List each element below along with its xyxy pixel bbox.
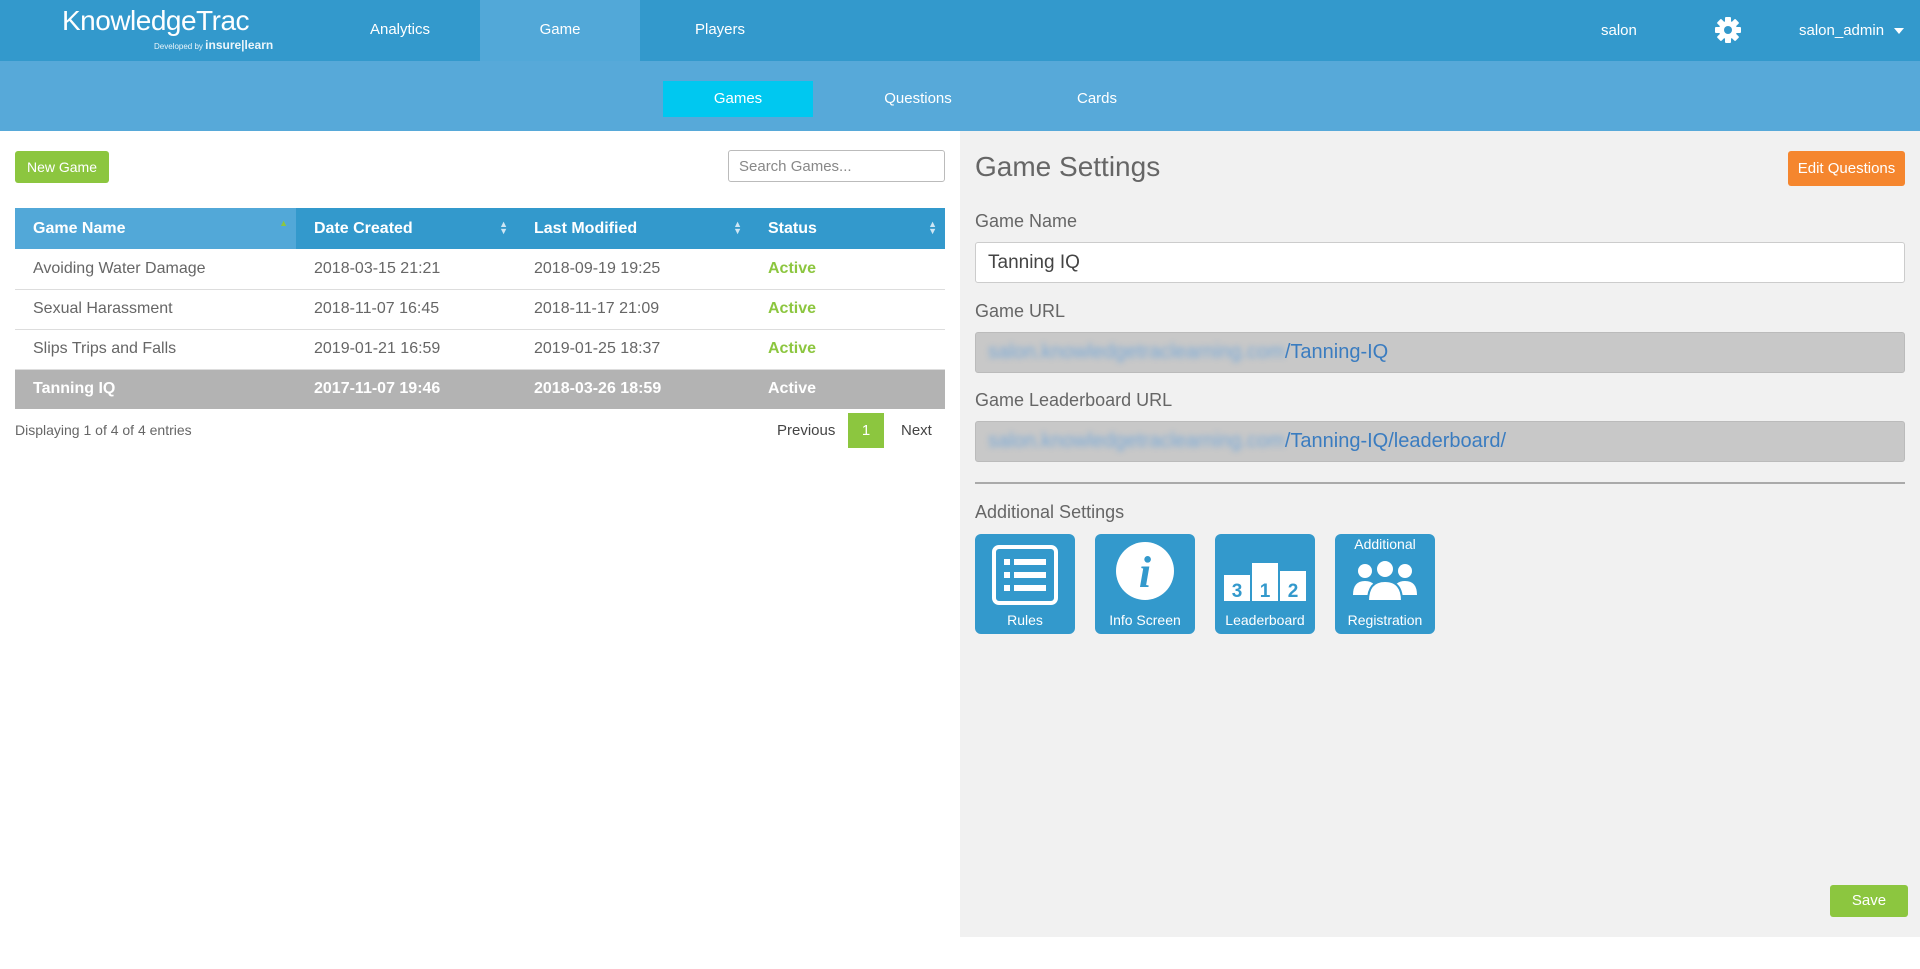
podium-third: 3 [1231, 581, 1243, 602]
top-navigation-bar: KnowledgeTrac Developed by insure|learn … [0, 0, 1920, 61]
edit-questions-button[interactable]: Edit Questions [1788, 151, 1905, 186]
leaderboard-url-label: Game Leaderboard URL [975, 390, 1173, 410]
chevron-down-icon [1894, 28, 1905, 35]
table-row[interactable]: Slips Trips and Falls 2019-01-21 16:59 2… [15, 329, 945, 370]
logo-text: KnowledgeTrac [62, 5, 250, 36]
game-name-field[interactable]: Tanning IQ [975, 242, 1905, 283]
sort-icon: ▲ ▼ [928, 219, 937, 236]
info-icon: i [1116, 542, 1174, 600]
info-screen-tile[interactable]: i Info Screen [1095, 534, 1195, 634]
podium-second: 2 [1287, 581, 1299, 602]
game-name-label: Game Name [975, 211, 1078, 231]
game-url-label: Game URL [975, 301, 1066, 321]
user-menu[interactable]: salon_admin [1799, 0, 1905, 61]
leaderboard-tile[interactable]: 3 1 2 Leaderboard [1215, 534, 1315, 634]
cell-last-modified: 2018-03-26 18:59 [516, 369, 750, 409]
game-url-path: /Tanning-IQ [1284, 341, 1389, 363]
cell-last-modified: 2018-09-19 19:25 [516, 249, 750, 290]
cell-last-modified: 2019-01-25 18:37 [516, 329, 750, 370]
pagination-next[interactable]: Next [901, 422, 932, 439]
cell-date-created: 2018-11-07 16:45 [296, 289, 516, 330]
games-table: Game Name ▲ Date Created ▲ ▼ Last Modifie… [15, 208, 945, 409]
cell-status: Active [750, 369, 945, 409]
users-icon [1353, 559, 1417, 601]
site-name[interactable]: salon [1601, 0, 1637, 61]
table-row[interactable]: Avoiding Water Damage 2018-03-15 21:21 2… [15, 249, 945, 290]
logo-sub-prefix: Developed by [154, 42, 203, 51]
cell-date-created: 2017-11-07 19:46 [296, 369, 516, 409]
cell-last-modified: 2018-11-17 21:09 [516, 289, 750, 330]
game-url-host: salon.knowledgetraclearning.com [988, 341, 1285, 363]
pagination-page-1[interactable]: 1 [848, 413, 884, 448]
leaderboard-url-host: salon.knowledgetraclearning.com [988, 430, 1285, 452]
column-label: Date Created [314, 219, 413, 237]
new-game-button[interactable]: New Game [15, 151, 109, 183]
game-url-field[interactable]: salon.knowledgetraclearning.com/Tanning-… [975, 332, 1905, 373]
additional-settings-label: Additional Settings [975, 502, 1125, 522]
podium-first: 1 [1259, 581, 1271, 602]
logo-sub-brand: insure|learn [205, 38, 274, 52]
gear-icon[interactable] [1714, 16, 1742, 44]
tile-label: Registration [1347, 612, 1423, 628]
tab-questions[interactable]: Questions [843, 81, 993, 117]
rules-tile[interactable]: Rules [975, 534, 1075, 634]
divider [975, 482, 1905, 484]
column-label: Last Modified [534, 219, 638, 237]
additional-registration-tile[interactable]: Additional Registration [1335, 534, 1435, 634]
page-title: Game Settings [975, 151, 1161, 182]
tile-label: Info Screen [1109, 612, 1181, 628]
pagination-previous[interactable]: Previous [777, 422, 835, 439]
table-row[interactable]: Sexual Harassment 2018-11-07 16:45 2018-… [15, 289, 945, 330]
nav-players[interactable]: Players [640, 0, 800, 61]
search-games-input[interactable] [728, 150, 945, 182]
cell-game-name: Tanning IQ [15, 369, 296, 409]
cell-game-name: Sexual Harassment [15, 289, 296, 330]
tab-games[interactable]: Games [663, 81, 813, 117]
leaderboard-url-field[interactable]: salon.knowledgetraclearning.com/Tanning-… [975, 421, 1905, 462]
tile-top-label: Additional [1354, 536, 1416, 552]
table-header-row: Game Name ▲ Date Created ▲ ▼ Last Modifie… [15, 208, 945, 249]
table-row-selected[interactable]: Tanning IQ 2017-11-07 19:46 2018-03-26 1… [15, 369, 945, 409]
sort-icon: ▲ ▼ [499, 219, 508, 236]
list-icon [992, 545, 1058, 605]
column-header-game-name[interactable]: Game Name ▲ [15, 208, 296, 249]
leaderboard-url-path: /Tanning-IQ/leaderboard/ [1284, 430, 1507, 452]
knowledgetrac-logo[interactable]: KnowledgeTrac Developed by insure|learn [62, 5, 273, 56]
user-name: salon_admin [1799, 22, 1885, 39]
column-label: Status [768, 219, 817, 237]
cell-game-name: Avoiding Water Damage [15, 249, 296, 290]
nav-game[interactable]: Game [480, 0, 640, 61]
column-header-status[interactable]: Status ▲ ▼ [750, 208, 945, 249]
cell-status: Active [750, 289, 945, 330]
column-label: Game Name [33, 219, 126, 237]
logo-subtitle: Developed by insure|learn [154, 38, 273, 52]
save-button[interactable]: Save [1830, 885, 1908, 917]
cell-game-name: Slips Trips and Falls [15, 329, 296, 370]
cell-date-created: 2019-01-21 16:59 [296, 329, 516, 370]
sort-icon: ▲ ▼ [733, 219, 742, 236]
table-info-text: Displaying 1 of 4 of 4 entries [15, 422, 192, 438]
column-header-date-created[interactable]: Date Created ▲ ▼ [296, 208, 516, 249]
cell-status: Active [750, 329, 945, 370]
cell-status: Active [750, 249, 945, 290]
sort-ascending-icon: ▲ [279, 218, 288, 228]
svg-text:i: i [1139, 548, 1152, 597]
tile-label: Rules [1007, 612, 1043, 628]
tile-label: Leaderboard [1225, 612, 1305, 628]
cell-date-created: 2018-03-15 21:21 [296, 249, 516, 290]
column-header-last-modified[interactable]: Last Modified ▲ ▼ [516, 208, 750, 249]
nav-analytics[interactable]: Analytics [320, 0, 480, 61]
game-settings-panel: Game Settings Edit Questions Game Name T… [960, 131, 1920, 937]
tab-cards[interactable]: Cards [1022, 81, 1172, 117]
sub-navigation-bar: Games Questions Cards [0, 61, 1920, 131]
